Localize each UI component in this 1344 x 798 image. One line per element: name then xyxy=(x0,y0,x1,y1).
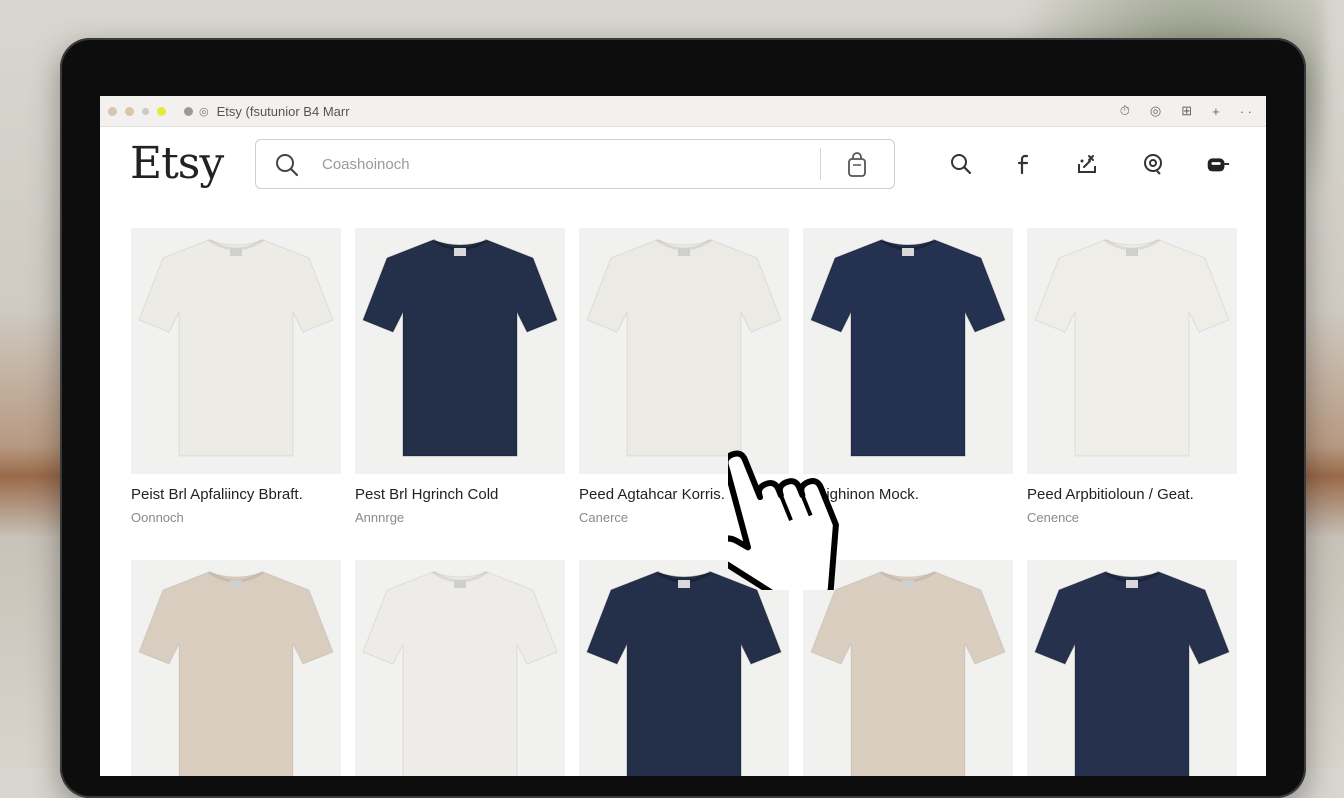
browser-toolbar: ◎ Etsy (fsutunior B4 Marr ⏱ ◎ ⊞ + · · xyxy=(100,96,1266,127)
facebook-icon[interactable] xyxy=(1012,151,1038,177)
window-dot-icon xyxy=(142,107,149,115)
search-input[interactable] xyxy=(322,140,742,188)
product-card[interactable]: Peed Arpbitioloun / Geat. Cenence xyxy=(1027,228,1237,525)
product-title[interactable]: Peed Arpbitioloun / Geat. xyxy=(1027,486,1237,503)
product-image[interactable] xyxy=(131,228,341,474)
product-image[interactable] xyxy=(131,560,341,776)
timer-icon[interactable]: ⏱ xyxy=(1120,103,1130,119)
share-icon[interactable] xyxy=(1076,151,1102,177)
product-shop-name: Annnrge xyxy=(355,510,405,525)
etsy-logo[interactable]: Etsy xyxy=(130,138,224,189)
product-card[interactable]: Pest Brl Hgrinch Cold Annnrge xyxy=(355,228,565,525)
search-icon[interactable] xyxy=(274,152,300,183)
product-image[interactable] xyxy=(1027,560,1237,776)
product-title[interactable]: Pest Brl Hgrinch Cold xyxy=(355,486,565,503)
site-info-icon[interactable]: ◎ xyxy=(199,105,209,118)
product-card[interactable]: Peist Brl Apfaliincy Bbraft. Oonnoch xyxy=(131,228,341,525)
window-close-button[interactable] xyxy=(108,106,117,116)
cart-icon[interactable] xyxy=(1204,151,1230,177)
window-zoom-button[interactable] xyxy=(157,106,166,116)
search-icon[interactable] xyxy=(948,151,974,177)
tabs-icon[interactable]: ⊞ xyxy=(1181,103,1192,119)
shopping-bag-icon[interactable] xyxy=(846,152,868,183)
product-title[interactable]: Peist Brl Apfaliincy Bbraft. xyxy=(131,486,341,503)
hand-pointer-cursor-icon xyxy=(712,430,878,610)
product-shop-name: Cenence xyxy=(1027,510,1080,525)
search-bar[interactable] xyxy=(255,139,895,189)
more-menu-icon[interactable]: · · xyxy=(1240,104,1252,119)
account-icon[interactable]: ◎ xyxy=(1150,103,1161,119)
product-image[interactable] xyxy=(355,560,565,776)
product-image[interactable] xyxy=(355,228,565,474)
notifications-icon[interactable] xyxy=(1140,151,1166,177)
search-divider xyxy=(820,148,821,180)
product-shop-name: Oonnoch xyxy=(131,510,184,525)
product-image[interactable] xyxy=(1027,228,1237,474)
product-card[interactable] xyxy=(131,560,341,776)
product-card[interactable] xyxy=(355,560,565,776)
browser-tab-title[interactable]: Etsy (fsutunior B4 Marr xyxy=(217,104,350,119)
window-minimize-button[interactable] xyxy=(125,106,134,116)
product-card[interactable] xyxy=(1027,560,1237,776)
new-tab-icon[interactable]: + xyxy=(1212,104,1220,119)
laptop-screen: ◎ Etsy (fsutunior B4 Marr ⏱ ◎ ⊞ + · · Et… xyxy=(100,96,1266,776)
favicon-icon xyxy=(184,106,193,116)
